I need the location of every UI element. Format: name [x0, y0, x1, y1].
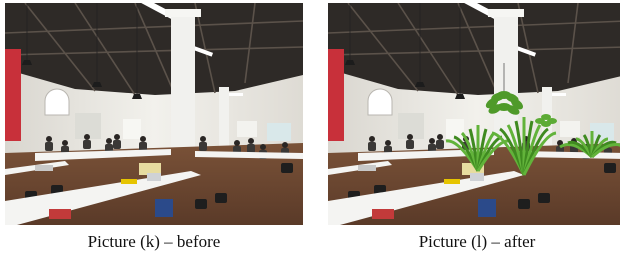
- red-chair: [49, 209, 71, 219]
- yellow-item: [121, 179, 137, 184]
- person: [260, 144, 266, 150]
- photo-after: [328, 3, 620, 225]
- blue-bin: [155, 199, 173, 217]
- person: [83, 140, 91, 149]
- caption-after: Picture (l) – after: [418, 232, 536, 251]
- whiteboard: [267, 123, 291, 141]
- ceiling-light: [227, 93, 243, 96]
- person: [282, 142, 288, 148]
- column-capital: [165, 9, 201, 17]
- person: [234, 140, 240, 146]
- person: [114, 134, 120, 140]
- arched-window: [44, 88, 70, 116]
- chair: [604, 163, 616, 173]
- printer: [147, 173, 161, 181]
- person: [62, 140, 68, 146]
- red-banner: [5, 49, 21, 141]
- column-capital: [488, 9, 524, 17]
- person: [369, 136, 375, 142]
- window: [560, 121, 580, 137]
- person: [139, 142, 147, 151]
- window: [123, 119, 141, 139]
- person: [385, 140, 391, 146]
- item: [358, 165, 376, 171]
- person: [368, 142, 376, 151]
- person: [407, 134, 413, 140]
- ceiling-light: [550, 93, 566, 96]
- whiteboard: [590, 123, 614, 141]
- printer: [470, 173, 484, 181]
- office-scene: [328, 3, 620, 225]
- red-banner: [328, 49, 344, 141]
- chair: [281, 163, 293, 173]
- person: [45, 142, 53, 151]
- person: [84, 134, 90, 140]
- arched-window: [367, 88, 393, 116]
- hanging-plant: [541, 121, 551, 127]
- person: [200, 136, 206, 142]
- hanging-plant: [497, 103, 511, 111]
- item: [35, 165, 53, 171]
- person: [429, 138, 435, 144]
- person: [436, 140, 444, 149]
- chair: [538, 193, 550, 203]
- caption-before: Picture (k) – before: [87, 232, 221, 251]
- person: [199, 142, 207, 151]
- person: [437, 134, 443, 140]
- person: [140, 136, 146, 142]
- person: [113, 140, 121, 149]
- person: [248, 138, 254, 144]
- yellow-item: [444, 179, 460, 184]
- window: [237, 121, 257, 137]
- person: [406, 140, 414, 149]
- blue-bin: [478, 199, 496, 217]
- red-chair: [372, 209, 394, 219]
- chair: [195, 199, 207, 209]
- photo-before: [5, 3, 303, 225]
- person: [106, 138, 112, 144]
- person: [247, 144, 255, 153]
- office-scene: [5, 3, 303, 225]
- chair: [215, 193, 227, 203]
- chair: [518, 199, 530, 209]
- person: [46, 136, 52, 142]
